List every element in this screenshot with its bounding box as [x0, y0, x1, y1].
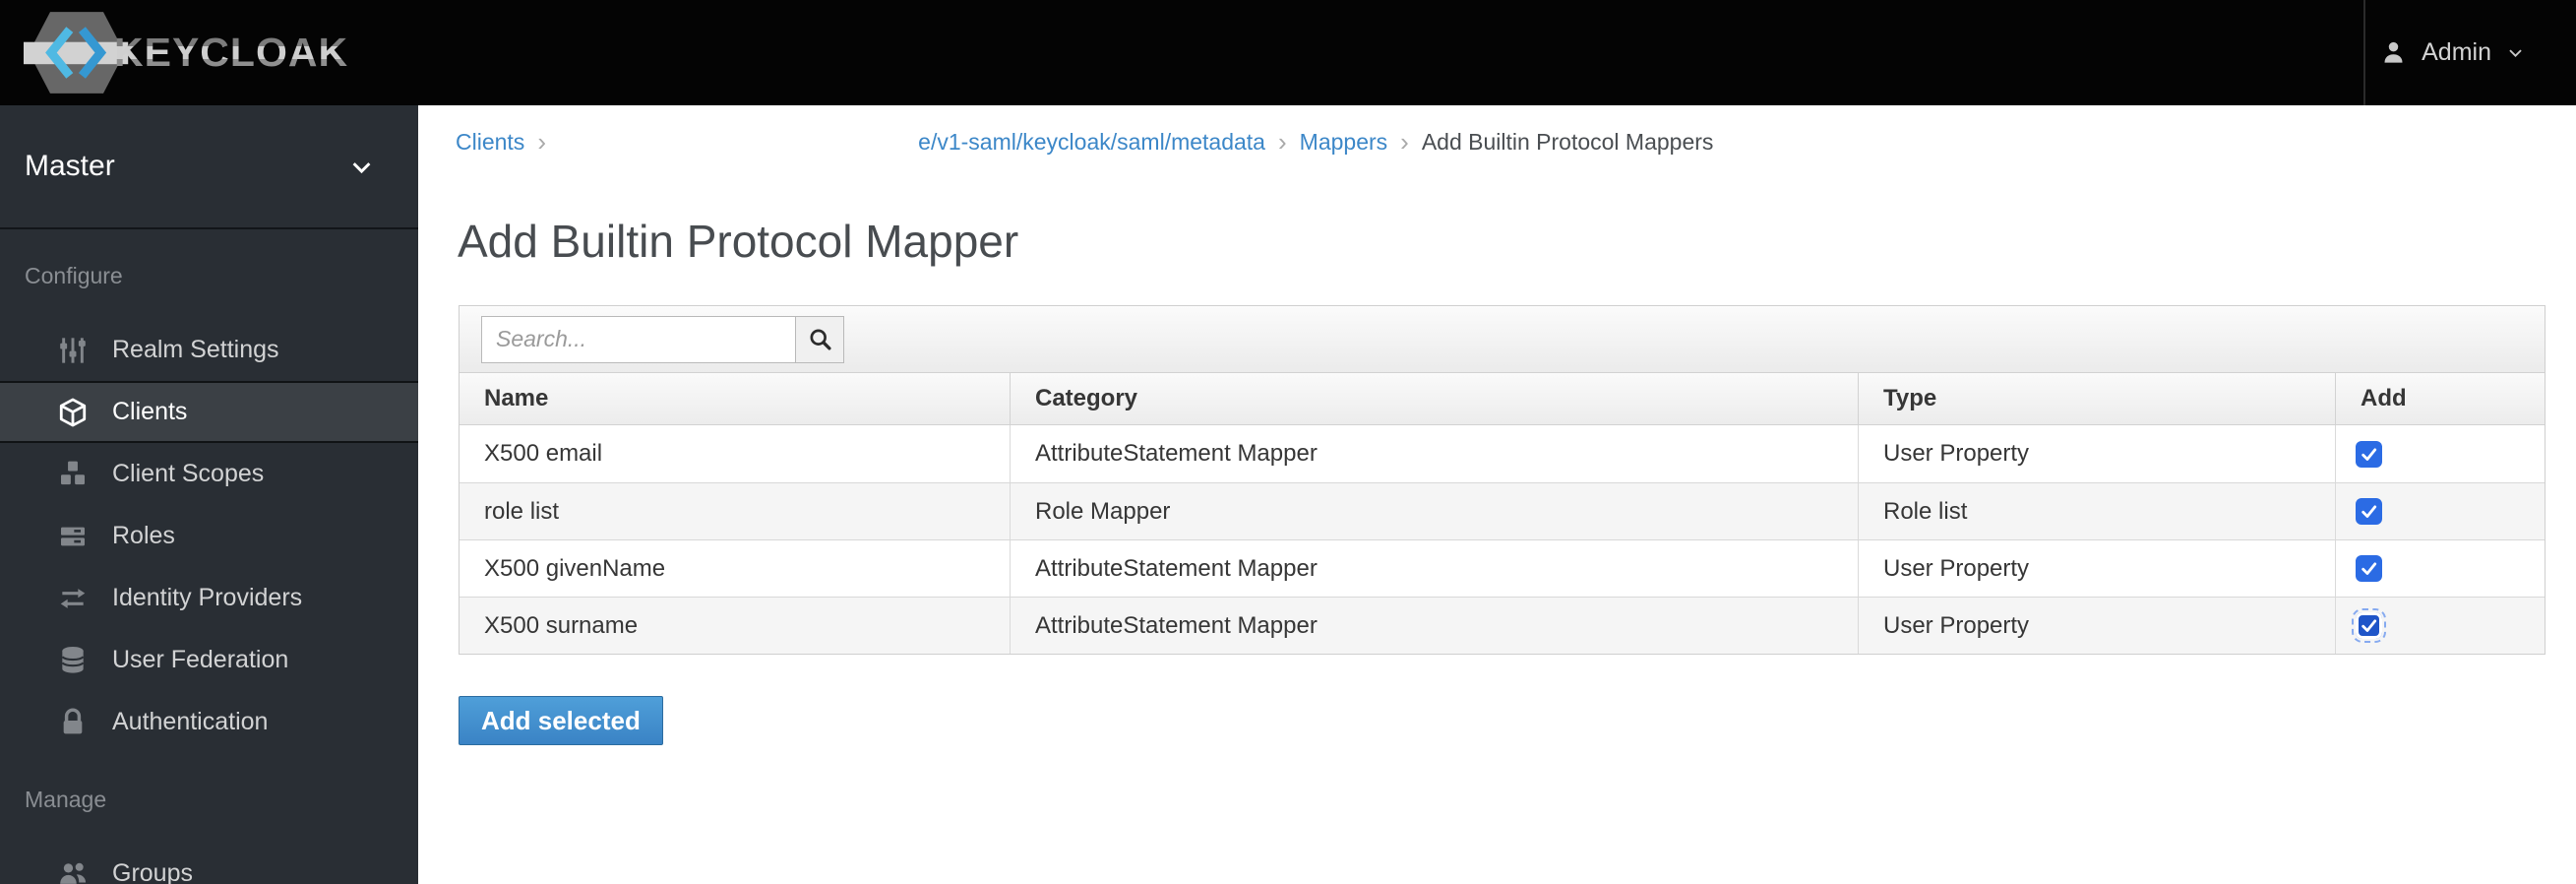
- column-header-category: Category: [1010, 373, 1858, 424]
- column-header-name: Name: [484, 385, 549, 411]
- sidebar-section-label: Manage: [25, 787, 107, 812]
- exchange-icon: [57, 583, 89, 614]
- realm-selector[interactable]: Master: [0, 105, 418, 229]
- cell-name: X500 email: [484, 440, 603, 467]
- check-icon: [2361, 505, 2377, 518]
- page-title: Add Builtin Protocol Mapper: [458, 216, 1019, 267]
- user-icon: [2384, 41, 2403, 63]
- chevron-down-icon: [2509, 49, 2522, 58]
- cubes-icon: [57, 459, 89, 490]
- cell-add: [2335, 540, 2545, 597]
- cell-add: [2335, 483, 2545, 539]
- search-band: [460, 306, 2545, 373]
- cell-category: Role Mapper: [1010, 483, 1858, 539]
- table-row: X500 email AttributeStatement Mapper Use…: [460, 425, 2545, 482]
- users-icon: [57, 858, 89, 884]
- sidebar-item-roles[interactable]: Roles: [0, 505, 418, 567]
- database-icon: [57, 645, 89, 676]
- chevron-down-icon: [352, 161, 371, 173]
- header-divider: [2363, 0, 2365, 105]
- cell-add: [2335, 598, 2545, 654]
- check-icon: [2361, 619, 2377, 632]
- keycloak-logo[interactable]: KEYCLOAK: [24, 6, 348, 99]
- table-body: X500 email AttributeStatement Mapper Use…: [460, 425, 2545, 654]
- breadcrumb: Clients › e/v1-saml/keycloak/saml/metadata…: [456, 127, 1713, 158]
- check-icon: [2361, 447, 2377, 461]
- cube-icon: [57, 397, 89, 428]
- cell-type: User Property: [1858, 425, 2335, 482]
- cell-name: role list: [484, 497, 560, 525]
- sidebar-item-user-federation[interactable]: User Federation: [0, 629, 418, 691]
- add-checkbox[interactable]: [2356, 555, 2382, 582]
- sidebar-item-realm-settings[interactable]: Realm Settings: [0, 319, 418, 381]
- search-icon: [810, 329, 831, 350]
- breadcrumb-link-client-saml-metadata[interactable]: e/v1-saml/keycloak/saml/metadata: [559, 129, 1265, 156]
- main-content: Clients › e/v1-saml/keycloak/saml/metadata…: [418, 105, 2576, 884]
- column-header-add: Add: [2335, 373, 2545, 424]
- cell-category: AttributeStatement Mapper: [1010, 598, 1858, 654]
- cell-add: [2335, 425, 2545, 482]
- user-menu[interactable]: Admin: [2380, 0, 2525, 105]
- lock-icon: [57, 707, 89, 738]
- sidebar-item-authentication[interactable]: Authentication: [0, 691, 418, 753]
- breadcrumb-current-add-builtin-protocol-mappers: Add Builtin Protocol Mappers: [1421, 129, 1714, 155]
- sidebar-item-clients[interactable]: Clients: [0, 381, 418, 443]
- table-header-row: Name Category Type Add: [460, 373, 2545, 425]
- breadcrumb-link-clients[interactable]: Clients: [456, 129, 524, 156]
- add-checkbox[interactable]: [2352, 608, 2386, 643]
- column-header-type: Type: [1858, 373, 2335, 424]
- breadcrumb-separator-icon: ›: [537, 127, 546, 157]
- table-row: X500 surname AttributeStatement Mapper U…: [460, 597, 2545, 654]
- table-row: X500 givenName AttributeStatement Mapper…: [460, 539, 2545, 597]
- user-name: Admin: [2422, 38, 2491, 66]
- cell-type: Role list: [1858, 483, 2335, 539]
- sidebar-item-client-scopes[interactable]: Client Scopes: [0, 443, 418, 505]
- sidebar: Master Configure Realm Settings Clients …: [0, 105, 418, 884]
- cell-type: User Property: [1858, 540, 2335, 597]
- table-row: role list Role Mapper Role list: [460, 482, 2545, 539]
- add-checkbox[interactable]: [2356, 440, 2382, 468]
- breadcrumb-separator-icon: ›: [1400, 127, 1409, 157]
- cell-category: AttributeStatement Mapper: [1010, 540, 1858, 597]
- roles-icon: [57, 521, 89, 552]
- cell-type: User Property: [1858, 598, 2335, 654]
- sidebar-item-identity-providers[interactable]: Identity Providers: [0, 567, 418, 629]
- app-header: KEYCLOAK Admin: [0, 0, 2576, 105]
- breadcrumb-separator-icon: ›: [1277, 127, 1287, 157]
- search-button[interactable]: [796, 315, 844, 363]
- cell-name: X500 givenName: [484, 554, 666, 582]
- search-input[interactable]: [481, 315, 796, 363]
- breadcrumb-link-mappers[interactable]: Mappers: [1300, 129, 1387, 156]
- sidebar-section-label: Configure: [25, 263, 123, 288]
- mapper-table-panel: Name Category Type Add X500 email Attrib…: [459, 305, 2545, 655]
- check-icon: [2361, 562, 2377, 575]
- realm-name: Master: [25, 150, 115, 182]
- cell-category: AttributeStatement Mapper: [1010, 425, 1858, 482]
- sliders-icon: [57, 335, 89, 366]
- add-selected-button[interactable]: Add selected: [459, 696, 663, 745]
- sidebar-item-groups[interactable]: Groups: [0, 843, 418, 884]
- add-checkbox[interactable]: [2356, 498, 2382, 525]
- logo-wordmark: KEYCLOAK: [114, 30, 349, 75]
- cell-name: X500 surname: [484, 611, 639, 639]
- sidebar-nav: Configure Realm Settings Clients Client …: [0, 263, 418, 884]
